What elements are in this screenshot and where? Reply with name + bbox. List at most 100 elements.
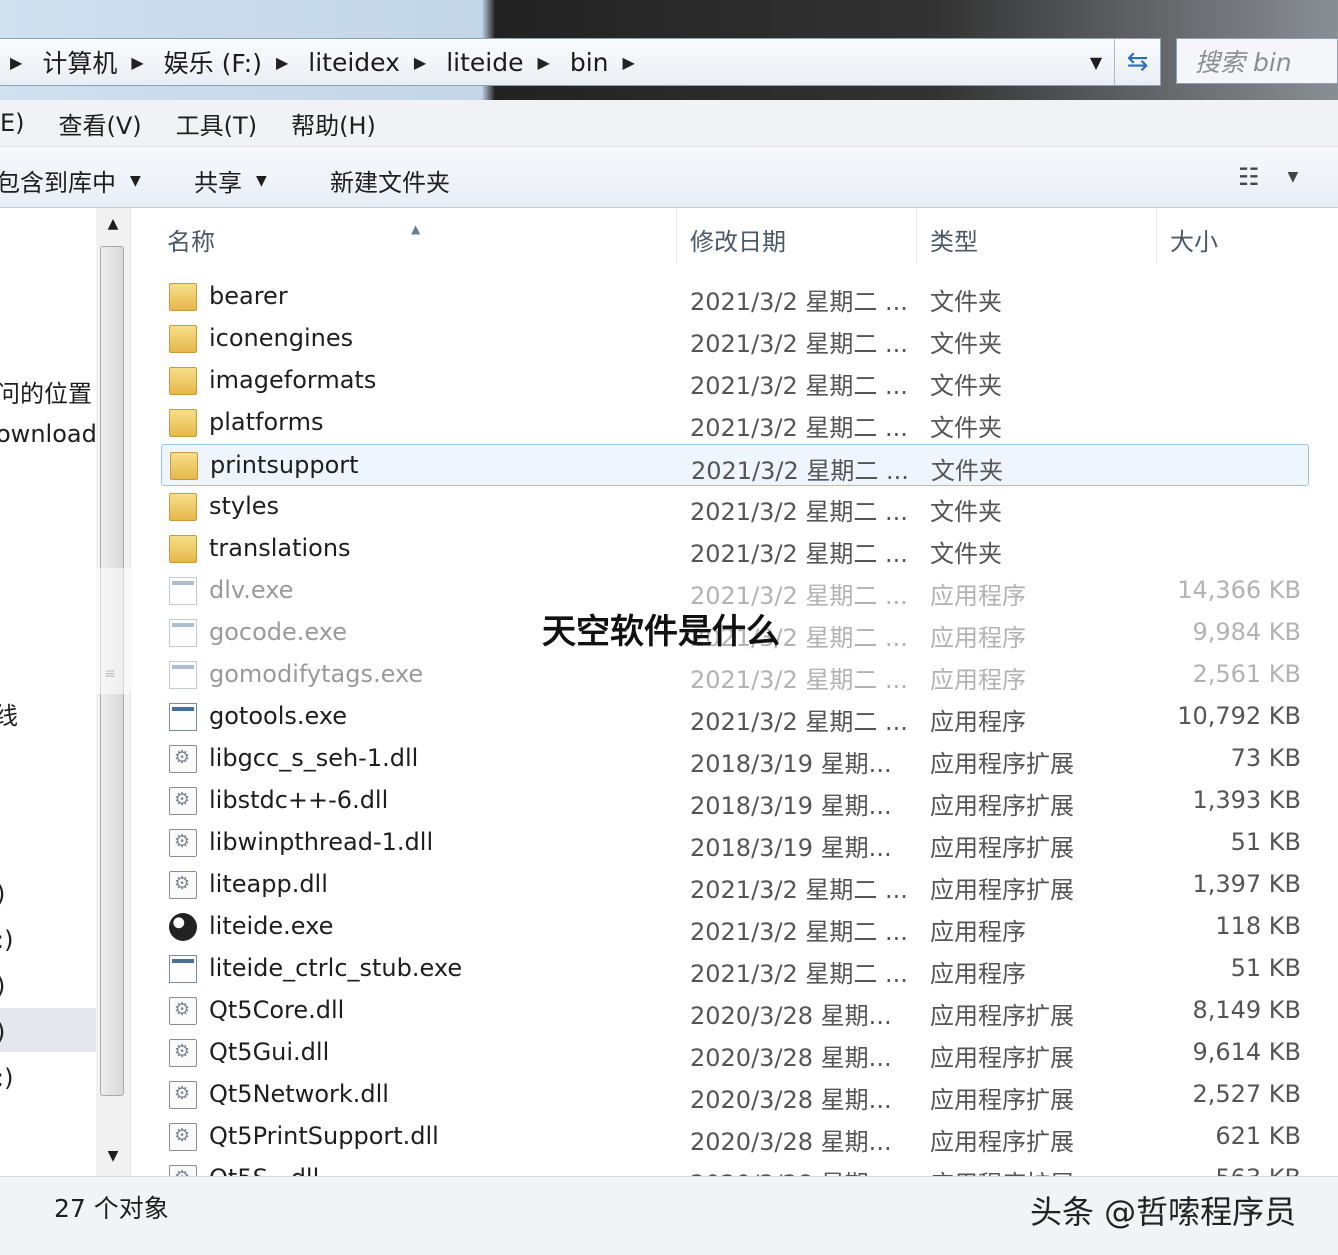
file-row-selected[interactable]: printsupport 2021/3/2 星期二 ... 文件夹 [161, 444, 1309, 486]
dll-icon [169, 1165, 197, 1176]
file-row[interactable]: Qt5Network.dll 2020/3/28 星期... 应用程序扩展 2,527… [161, 1074, 1309, 1116]
file-row[interactable]: imageformats 2021/3/2 星期二 ... 文件夹 [161, 360, 1309, 402]
nav-item-downloads[interactable]: ownload: [0, 420, 96, 448]
item-count: 27 个对象 [54, 1194, 169, 1223]
dll-icon [169, 1081, 197, 1109]
search-input[interactable]: 搜索 bin [1176, 38, 1338, 84]
column-header-size[interactable]: 大小 [1170, 222, 1218, 257]
file-type: 应用程序 [930, 708, 1026, 736]
file-type: 应用程序 [930, 960, 1026, 988]
file-row[interactable]: libwinpthread-1.dll 2018/3/19 星期... 应用程序扩展… [161, 822, 1309, 864]
file-row[interactable]: translations 2021/3/2 星期二 ... 文件夹 [161, 528, 1309, 570]
file-name: translations [209, 534, 351, 562]
file-size: 1,393 KB [1192, 786, 1301, 814]
file-size: 73 KB [1230, 744, 1301, 772]
breadcrumb-liteidex[interactable]: liteidex ▶ [308, 48, 446, 77]
file-date: 2021/3/2 星期二 ... [690, 876, 908, 904]
menu-edit[interactable]: E) [0, 109, 25, 137]
file-date: 2020/3/28 星期... [690, 1044, 892, 1072]
share-button[interactable]: 共享 ▼ [194, 163, 267, 198]
chevron-right-icon[interactable]: ▶ [131, 53, 143, 72]
file-date: 2020/3/28 星期... [690, 1002, 892, 1030]
file-row[interactable]: bearer 2021/3/2 星期二 ... 文件夹 [161, 276, 1309, 318]
address-dropdown-button[interactable]: ▼ [1078, 39, 1114, 85]
file-name: platforms [209, 408, 324, 436]
watermark: 头条 @哲嗦程序员 [1030, 1193, 1297, 1231]
column-divider[interactable] [1156, 208, 1157, 264]
breadcrumb-computer[interactable]: 计算机 ▶ [42, 44, 163, 80]
file-name: libgcc_s_seh-1.dll [209, 744, 419, 772]
chevron-right-icon[interactable]: ▶ [623, 53, 635, 72]
column-divider[interactable] [916, 208, 917, 264]
nav-item-drive[interactable]: :) [0, 926, 13, 954]
breadcrumb-root-arrow[interactable]: ▶ [0, 53, 42, 72]
include-in-library-button[interactable]: 包含到库中 ▼ [0, 163, 141, 198]
scroll-up-arrow-icon[interactable]: ▲ [96, 216, 130, 246]
dropdown-arrow-icon: ▼ [256, 172, 267, 189]
file-row[interactable]: iconengines 2021/3/2 星期二 ... 文件夹 [161, 318, 1309, 360]
file-row[interactable]: styles 2021/3/2 星期二 ... 文件夹 [161, 486, 1309, 528]
file-row[interactable]: Qt5Gui.dll 2020/3/28 星期... 应用程序扩展 9,614 KB [161, 1032, 1309, 1074]
file-row[interactable]: Qt5Core.dll 2020/3/28 星期... 应用程序扩展 8,149 KB [161, 990, 1309, 1032]
file-name: Qt5PrintSupport.dll [209, 1122, 439, 1150]
nav-item-drive[interactable]: ) [0, 972, 5, 1000]
folder-icon [169, 325, 197, 353]
file-size: 51 KB [1230, 954, 1301, 982]
dll-icon [169, 1039, 197, 1067]
folder-icon [169, 367, 197, 395]
file-row[interactable]: Qt5S...dll 2020/3/28 星期... 应用程序扩展 563 KB [161, 1158, 1309, 1176]
column-header-name[interactable]: 名称 [167, 222, 215, 257]
file-date: 2018/3/19 星期... [690, 792, 892, 820]
file-date: 2021/3/2 星期二 ... [690, 414, 908, 442]
nav-item-drive[interactable]: ) [0, 880, 5, 908]
dll-icon [169, 997, 197, 1025]
column-divider[interactable] [676, 208, 677, 264]
nav-item-network[interactable]: 线 [0, 696, 18, 731]
file-type: 文件夹 [930, 288, 1002, 316]
nav-item-drive-selected[interactable]: ) [0, 1018, 5, 1046]
file-type: 应用程序扩展 [930, 1086, 1074, 1114]
file-row[interactable]: libstdc++-6.dll 2018/3/19 星期... 应用程序扩展 1,39… [161, 780, 1309, 822]
file-name: Qt5S...dll [209, 1164, 319, 1176]
file-date: 2021/3/2 星期二 ... [690, 288, 908, 316]
refresh-button[interactable]: ⇆ [1114, 39, 1160, 85]
nav-item-recent-places[interactable]: 问的位置 [0, 374, 92, 409]
chevron-right-icon[interactable]: ▶ [276, 53, 288, 72]
file-name: liteapp.dll [209, 870, 328, 898]
file-date: 2018/3/19 星期... [690, 750, 892, 778]
breadcrumb-bin[interactable]: bin ▶ [570, 48, 655, 77]
file-row[interactable]: Qt5PrintSupport.dll 2020/3/28 星期... 应用程序扩展… [161, 1116, 1309, 1158]
breadcrumb-liteide[interactable]: liteide ▶ [446, 48, 570, 77]
scroll-down-arrow-icon[interactable]: ▼ [96, 1148, 130, 1178]
file-size: 621 KB [1215, 1122, 1301, 1150]
file-row[interactable]: liteapp.dll 2021/3/2 星期二 ... 应用程序扩展 1,397 K… [161, 864, 1309, 906]
file-row[interactable]: liteide_ctrlc_stub.exe 2021/3/2 星期二 ... 应用… [161, 948, 1309, 990]
menu-help[interactable]: 帮助(H) [291, 106, 376, 141]
nav-item-drive[interactable]: :) [0, 1064, 13, 1092]
file-size: 10,792 KB [1177, 702, 1301, 730]
chevron-right-icon[interactable]: ▶ [538, 53, 550, 72]
chevron-right-icon[interactable]: ▶ [414, 53, 426, 72]
view-details-icon: ☷ [1238, 163, 1260, 191]
file-type: 应用程序扩展 [930, 876, 1074, 904]
file-name: libwinpthread-1.dll [209, 828, 434, 856]
file-row[interactable]: liteide.exe 2021/3/2 星期二 ... 应用程序 118 KB [161, 906, 1309, 948]
file-name: iconengines [209, 324, 354, 352]
file-row[interactable]: libgcc_s_seh-1.dll 2018/3/19 星期... 应用程序扩展 7… [161, 738, 1309, 780]
command-toolbar: 包含到库中 ▼ 共享 ▼ 新建文件夹 ☷ ▼ [0, 147, 1338, 208]
menu-tools[interactable]: 工具(T) [176, 106, 257, 141]
view-options-button[interactable]: ☷ ▼ [1238, 163, 1298, 191]
menu-view[interactable]: 查看(V) [59, 106, 142, 141]
column-header-row: 名称 ▲ 修改日期 类型 大小 [131, 208, 1321, 264]
dll-icon [169, 871, 197, 899]
dll-icon [169, 1123, 197, 1151]
breadcrumb-drive[interactable]: 娱乐 (F:) ▶ [164, 44, 309, 80]
file-date: 2020/3/28 星期... [690, 1086, 892, 1114]
menu-bar: E) 查看(V) 工具(T) 帮助(H) [0, 100, 1338, 147]
file-row[interactable]: gotools.exe 2021/3/2 星期二 ... 应用程序 10,792 KB [161, 696, 1309, 738]
column-header-date[interactable]: 修改日期 [690, 222, 786, 257]
file-row[interactable]: platforms 2021/3/2 星期二 ... 文件夹 [161, 402, 1309, 444]
new-folder-button[interactable]: 新建文件夹 [330, 163, 450, 198]
address-bar[interactable]: ▶ 计算机 ▶ 娱乐 (F:) ▶ liteidex ▶ liteide ▶ bin ▶ … [0, 38, 1161, 86]
column-header-type[interactable]: 类型 [930, 222, 978, 257]
